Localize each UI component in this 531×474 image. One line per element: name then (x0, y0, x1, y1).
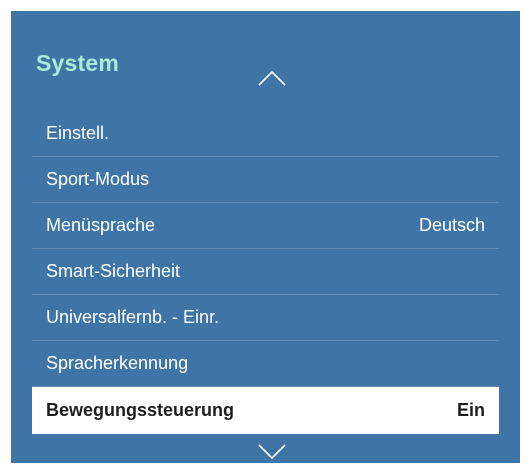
menu-item-label: Sport-Modus (46, 169, 150, 189)
menu-item-smart-sicherheit[interactable]: Smart-Sicherheit (32, 249, 499, 295)
menu-item-label: Bewegungssteuerung (46, 400, 235, 420)
menu-item-label: Smart-Sicherheit (46, 261, 181, 281)
menu-item-label: Universalfernb. - Einr. (46, 307, 220, 327)
chevron-up-icon[interactable] (257, 69, 287, 87)
menu-item-spracherkennung[interactable]: Spracherkennung (32, 341, 499, 387)
menu-item-menusprache[interactable]: Menüsprache Deutsch (32, 203, 499, 249)
chevron-down-icon[interactable] (257, 442, 287, 460)
menu-title: System (36, 50, 120, 76)
menu-item-universalfernbedienung[interactable]: Universalfernb. - Einr. (32, 295, 499, 341)
menu-list: Einstell. Sport-Modus Menüsprache Deutsc… (32, 111, 499, 434)
menu-item-einstell[interactable]: Einstell. (32, 111, 499, 157)
menu-item-bewegungssteuerung[interactable]: Bewegungssteuerung Ein (32, 387, 499, 434)
menu-item-label: Einstell. (46, 123, 110, 143)
menu-item-label: Spracherkennung (46, 353, 189, 373)
screen-frame: System Einstell. Sport-Modus Menüsprache… (0, 0, 531, 474)
system-menu-panel: System Einstell. Sport-Modus Menüsprache… (11, 11, 520, 463)
menu-item-label: Menüsprache (46, 215, 156, 235)
menu-item-value: Ein (456, 400, 485, 420)
menu-item-sport-modus[interactable]: Sport-Modus (32, 157, 499, 203)
menu-item-value: Deutsch (418, 215, 485, 235)
